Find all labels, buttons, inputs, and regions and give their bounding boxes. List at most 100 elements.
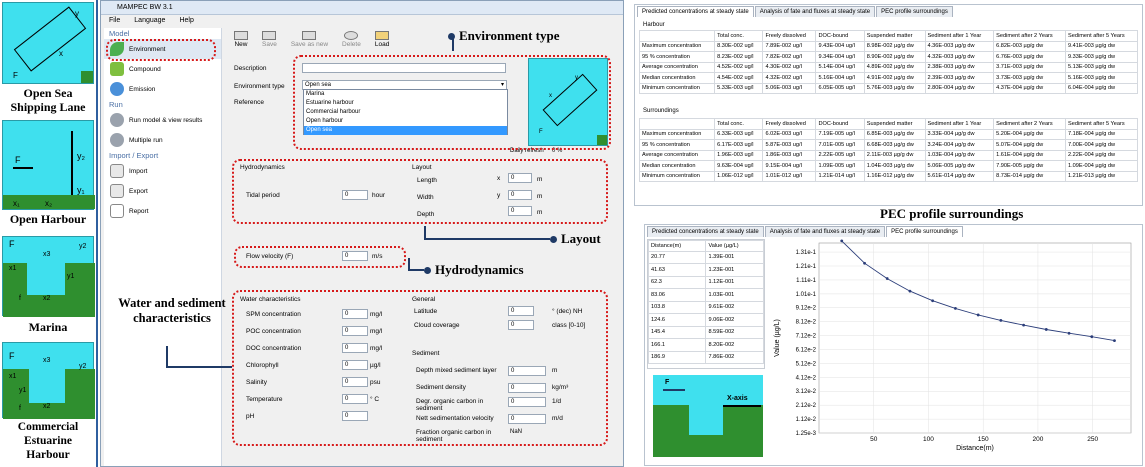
tab-predicted[interactable]: Predicted concentrations at steady state	[647, 226, 764, 237]
pec-cell: 145.4	[648, 325, 707, 339]
sediment-row-label: Nett sedimentation velocity	[416, 415, 494, 422]
thumb-x1-label: x₁	[13, 199, 20, 208]
load-button[interactable]: Load	[369, 30, 395, 52]
table-row: Minimum concentration 5.33E-003 ug/l 5.06E…	[638, 82, 1138, 94]
table-cell: 6.17E-003 ug/l	[714, 139, 764, 151]
table-cell: 1.86E-003 ug/l	[762, 149, 817, 161]
table-cell: 95 % concentration	[638, 51, 716, 63]
y-tick-label: 9.12e-2	[796, 306, 817, 312]
sidebar-item-import[interactable]: Import	[104, 161, 221, 181]
length-axis: x	[497, 175, 501, 182]
y-tick-label: 6.12e-2	[796, 347, 817, 353]
window-title: MAMPEC BW 3.1	[101, 1, 623, 15]
drop-icon	[110, 82, 124, 96]
water-row-unit: ° C	[370, 396, 380, 403]
sidebar-item-run-model[interactable]: Run model & view results	[104, 110, 221, 130]
pec-column-header: Distance(m)	[648, 240, 707, 252]
table-row: Median concentration 4.54E-002 ug/l 4.32E-…	[638, 72, 1138, 84]
water-row-unit: mg/l	[370, 328, 383, 335]
tab-analysis[interactable]: Analysis of fate and fluxes at steady st…	[764, 226, 886, 237]
water-row-input[interactable]: 0	[342, 394, 368, 404]
general-row-input[interactable]: 0	[508, 320, 534, 330]
thumb-y1-label: y1	[67, 273, 75, 280]
x-tick-label: 200	[1033, 436, 1044, 443]
x-tick-label: 100	[923, 436, 934, 443]
water-row-input[interactable]: 0	[342, 309, 368, 319]
table-cell: 5.61E-014 µg/g dw	[924, 170, 995, 182]
sediment-row-input[interactable]: 0	[508, 414, 546, 424]
save-button[interactable]: Save	[256, 30, 283, 52]
tab-predicted[interactable]: Predicted concentrations at steady state	[637, 6, 754, 17]
water-row-input[interactable]: 0	[342, 411, 368, 421]
water-row-input[interactable]: 0	[342, 326, 368, 336]
data-point	[1044, 328, 1048, 331]
pec-cell: 9.06E-002	[705, 313, 764, 327]
sediment-row-input[interactable]: 0	[508, 366, 546, 376]
new-button[interactable]: New	[228, 30, 254, 52]
thumb-x3-label: x3	[43, 357, 51, 364]
marina-thumbnail: F x3 y2 x1 y1 x2 f	[2, 236, 95, 317]
mini-xaxis-label: X-axis	[727, 395, 748, 402]
flow-velocity-input[interactable]: 0	[342, 251, 368, 261]
open-harbour-thumbnail: F y₂ y₁ x₁ x₂	[2, 120, 95, 210]
save-as-new-button[interactable]: Save as new	[285, 30, 334, 52]
sidebar-item-compound[interactable]: Compound	[104, 59, 221, 79]
tidal-period-label: Tidal period	[246, 192, 280, 199]
sediment-row-input[interactable]: NaN	[508, 428, 546, 438]
table-cell: 6.68E-003 µg/g dw	[863, 139, 926, 151]
tidal-period-input[interactable]: 0	[342, 190, 368, 200]
column-header: Freely dissolved	[762, 30, 817, 42]
menu-help[interactable]: Help	[179, 17, 193, 24]
table-cell: Maximum concentration	[638, 128, 716, 140]
new-icon	[234, 31, 248, 40]
tab-pec-profile[interactable]: PEC profile surroundings	[886, 226, 963, 237]
data-point	[885, 277, 889, 280]
table-cell: 7.19E-005 ug/l	[815, 128, 865, 140]
column-header: Total conc.	[714, 118, 764, 130]
sidebar-header-io: Import / Export	[109, 151, 159, 160]
water-row-input[interactable]: 0	[342, 360, 368, 370]
sediment-row-input[interactable]: 0	[508, 397, 546, 407]
thumb-x2-label: x2	[43, 403, 51, 410]
y-axis-label: Value (µg/L)	[774, 319, 781, 357]
export-icon	[110, 184, 124, 198]
table-cell: Median concentration	[638, 160, 716, 172]
table-cell: 5.87E-003 ug/l	[762, 139, 817, 151]
water-row-label: Chlorophyll	[246, 362, 279, 369]
water-row-input[interactable]: 0	[342, 343, 368, 353]
table-cell: 3.73E-003 µg/g dw	[993, 72, 1067, 84]
pec-cell: 20.77	[648, 250, 707, 264]
menu-language[interactable]: Language	[134, 17, 165, 24]
water-row-input[interactable]: 0	[342, 377, 368, 387]
table-cell: 8.98E-002 µg/g dw	[863, 40, 926, 52]
table-cell: 1.96E-003 ug/l	[714, 149, 764, 161]
sidebar-item-export[interactable]: Export	[104, 181, 221, 201]
table-row: 95 % concentration 8.23E-002 ug/l 7.82E-00…	[638, 51, 1138, 63]
general-row-input[interactable]: 0	[508, 306, 534, 316]
length-input[interactable]: 0	[508, 173, 532, 183]
column-header: Total conc.	[714, 30, 764, 42]
table-cell: 7.01E-005 ug/l	[815, 139, 865, 151]
mini-harbour-image: F X-axis	[653, 375, 763, 457]
table-cell: 1.01E-012 ug/l	[762, 170, 817, 182]
depth-input[interactable]: 0	[508, 206, 532, 216]
width-input[interactable]: 0	[508, 190, 532, 200]
highlight-environment	[106, 39, 216, 61]
y-tick-label: 2.12e-2	[796, 403, 817, 409]
sediment-row-input[interactable]: 0	[508, 383, 546, 393]
delete-button[interactable]: Delete	[336, 30, 367, 52]
callout-hydrodynamics: Hydrodynamics	[424, 262, 524, 278]
sidebar-item-emission[interactable]: Emission	[104, 79, 221, 99]
sidebar-item-report[interactable]: Report	[104, 201, 221, 221]
tab-pec-profile[interactable]: PEC profile surroundings	[876, 6, 953, 17]
column-header: Suspended matter	[863, 30, 926, 42]
reference-label: Reference	[234, 99, 264, 106]
table-cell: 1.21E-014 ug/l	[815, 170, 865, 182]
sidebar-item-multiple-run[interactable]: Multiple run	[104, 130, 221, 150]
water-row-label: SPM concentration	[246, 311, 301, 318]
table-cell: 9.41E-003 µg/g dw	[1065, 40, 1138, 52]
menu-file[interactable]: File	[109, 17, 120, 24]
pec-cell: 1.39E-001	[705, 250, 764, 264]
width-unit: m	[537, 193, 543, 200]
tab-analysis[interactable]: Analysis of fate and fluxes at steady st…	[754, 6, 876, 17]
